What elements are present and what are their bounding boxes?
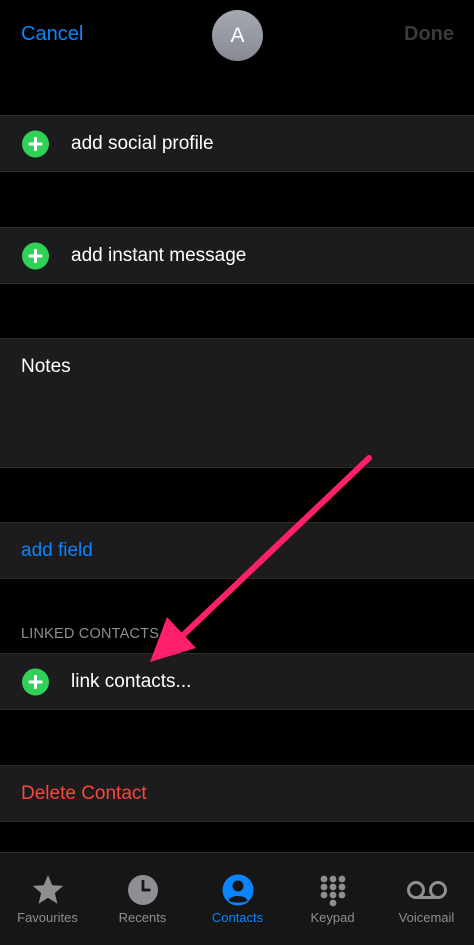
star-icon — [32, 875, 63, 904]
voicemail-icon — [406, 881, 447, 899]
notes-field[interactable]: Notes — [0, 338, 474, 468]
tab-label: Favourites — [17, 910, 78, 925]
tab-label: Keypad — [310, 910, 355, 925]
tab-label: Voicemail — [398, 910, 455, 925]
add-plus-icon[interactable] — [22, 242, 49, 269]
tab-keypad[interactable]: Keypad — [285, 853, 380, 945]
add-field-row[interactable]: add field — [0, 522, 474, 579]
add-field-button[interactable]: add field — [21, 540, 93, 562]
tab-label: Contacts — [211, 910, 264, 925]
notes-label: Notes — [21, 356, 71, 377]
tab-favourites[interactable]: Favourites — [0, 853, 95, 945]
tab-bar: Favourites Recents Contacts Keypad Voice… — [0, 852, 474, 945]
add-plus-icon[interactable] — [22, 130, 49, 157]
avatar-initial: A — [230, 23, 245, 47]
add-instant-message-label: add instant message — [71, 244, 247, 266]
add-instant-message-row[interactable]: add instant message — [0, 227, 474, 284]
navigation-bar: Cancel A Done — [0, 0, 474, 72]
cancel-button[interactable]: Cancel — [21, 23, 83, 46]
add-social-profile-row[interactable]: add social profile — [0, 115, 474, 172]
keypad-icon — [320, 875, 345, 907]
delete-contact-row[interactable]: Delete Contact — [0, 765, 474, 822]
avatar[interactable]: A — [212, 10, 263, 61]
clock-icon — [127, 875, 158, 905]
link-contacts-label: link contacts... — [71, 670, 192, 692]
done-button[interactable]: Done — [404, 23, 454, 46]
add-plus-icon[interactable] — [22, 668, 49, 695]
tab-contacts[interactable]: Contacts — [190, 853, 285, 945]
delete-contact-button[interactable]: Delete Contact — [21, 783, 147, 805]
tab-label: Recents — [118, 910, 167, 925]
link-contacts-row[interactable]: link contacts... — [0, 653, 474, 710]
linked-contacts-header: LINKED CONTACTS — [21, 626, 160, 642]
add-social-profile-label: add social profile — [71, 132, 214, 154]
tab-voicemail[interactable]: Voicemail — [379, 853, 474, 945]
person-circle-icon — [222, 874, 253, 906]
tab-recents[interactable]: Recents — [95, 853, 190, 945]
